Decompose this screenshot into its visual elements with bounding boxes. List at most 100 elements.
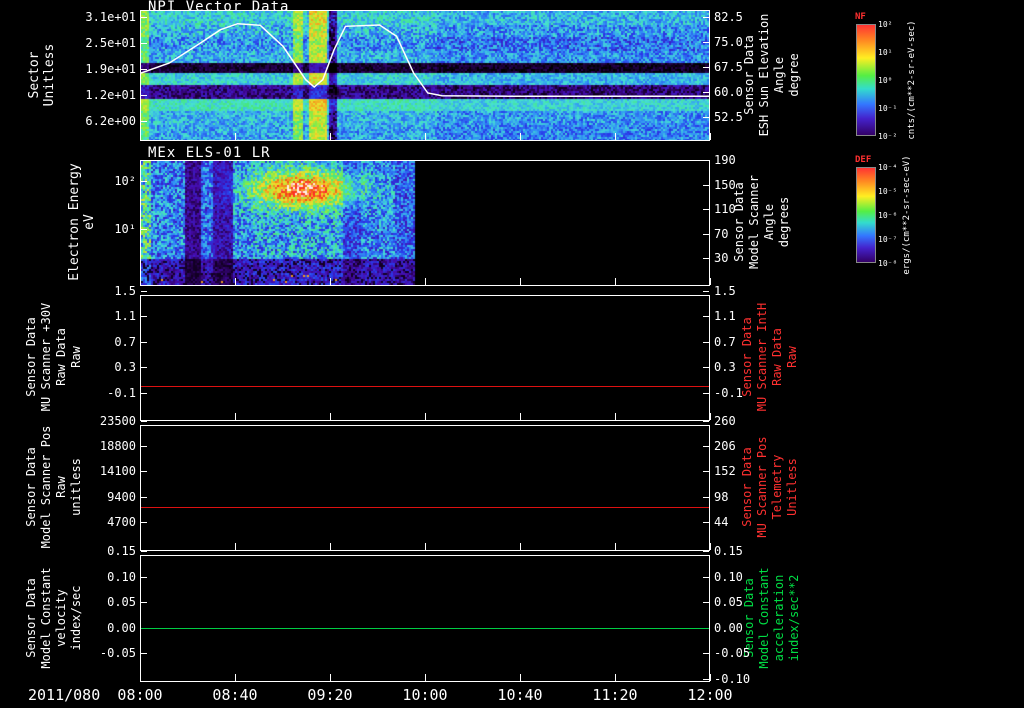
- tick-mark: [615, 413, 616, 420]
- x-axis-tick-label: 09:20: [307, 686, 353, 704]
- tick-mark: [141, 367, 147, 369]
- panel-mu-scanner-30v-right-tick: 1.1: [714, 309, 736, 324]
- panel-mu-scanner-30v-left-tick: -0.1: [107, 385, 136, 400]
- tick-mark: [703, 233, 709, 235]
- els-panel-title: MEx ELS-01 LR: [148, 145, 271, 161]
- panel-npi-left-tick: 2.5e+01: [85, 36, 136, 50]
- panel-model-scanner-pos-right-tick: 44: [714, 514, 729, 529]
- tick-mark: [703, 471, 709, 473]
- panel-npi-left-tick: 6.2e+00: [85, 114, 136, 128]
- panel-model-scanner-pos-left-tick: 14100: [99, 464, 136, 479]
- panel-mu-scanner-30v-right-tick: 0.3: [714, 360, 736, 375]
- tick-mark: [141, 653, 147, 655]
- tick-mark: [520, 133, 521, 140]
- tick-mark: [141, 95, 147, 96]
- panel-model-scanner-pos-right-tick: 98: [714, 489, 729, 504]
- tick-mark: [141, 446, 147, 448]
- panel-npi-left-tick: 3.1e+01: [85, 10, 136, 24]
- panel-model-constant-right-tick: 0.15: [714, 544, 743, 558]
- tick-mark: [703, 367, 709, 369]
- panel-model-constant-right-tick: -0.05: [714, 646, 751, 661]
- tick-mark: [520, 674, 521, 681]
- tick-mark: [703, 341, 709, 343]
- panel-mu-scanner-30v-left-tick: 1.5: [114, 284, 136, 298]
- panel-model-scanner-pos-right-tick: 206: [714, 439, 736, 454]
- tick-mark: [140, 674, 141, 681]
- tick-mark: [520, 413, 521, 420]
- tick-mark: [235, 674, 236, 681]
- panel-model-constant-left-tick: 0.05: [107, 595, 136, 610]
- colorbar-0-tick: 10⁰: [878, 76, 893, 85]
- tick-mark: [141, 17, 147, 18]
- tick-mark: [703, 446, 709, 448]
- colorbar-1-tick: 10⁻⁶: [878, 211, 898, 220]
- tick-mark: [703, 679, 709, 680]
- science-plot-screen: NPI Vector Data MEx ELS-01 LR Sector Uni…: [0, 0, 1024, 708]
- tick-mark: [703, 67, 709, 68]
- panel-mu-scanner-30v-right-tick: -0.1: [714, 385, 743, 400]
- sun-elevation-overlay-line: [141, 22, 709, 98]
- tick-mark: [520, 543, 521, 550]
- colorbar-0-tick: 10¹: [878, 48, 893, 57]
- tick-mark: [141, 392, 147, 394]
- tick-mark: [703, 92, 709, 93]
- tick-mark: [703, 496, 709, 498]
- tick-mark: [703, 184, 709, 186]
- colorbar-1-tick: 10⁻⁵: [878, 187, 898, 196]
- panel-model-scanner-pos-left-tick: 23500: [99, 414, 136, 428]
- nf-colorbar: [856, 24, 876, 136]
- els-spectrogram-canvas: [141, 161, 709, 285]
- tick-mark: [330, 674, 331, 681]
- x-axis-tick-label: 08:00: [117, 686, 163, 704]
- panel-els-right-tick: 190: [714, 153, 736, 167]
- tick-mark: [141, 496, 147, 498]
- panel-els-left-tick: 10¹: [114, 222, 136, 236]
- panel-npi-right-tick: 67.5: [714, 60, 743, 74]
- tick-mark: [235, 413, 236, 420]
- x-axis-tick-label: 10:00: [402, 686, 448, 704]
- mu-scanner-line-panel: [140, 295, 710, 421]
- panel-model-scanner-pos-right-tick: 260: [714, 414, 736, 428]
- tick-mark: [330, 413, 331, 420]
- tick-mark: [703, 117, 709, 118]
- panel-model-scanner-pos-left-tick: 4700: [107, 514, 136, 529]
- colorbar-1-tick: 10⁻⁷: [878, 235, 898, 244]
- panel-els-right-tick: 150: [714, 177, 736, 192]
- tick-mark: [141, 421, 147, 422]
- tick-mark: [141, 229, 147, 230]
- tick-mark: [703, 160, 709, 161]
- panel-model-scanner-pos-left-tick: 18800: [99, 439, 136, 454]
- panel-model-constant-right-tick: 0.05: [714, 595, 743, 610]
- colorbar-0-tick: 10²: [878, 20, 893, 29]
- tick-mark: [703, 551, 709, 552]
- x-axis-tick-label: 12:00: [687, 686, 733, 704]
- tick-mark: [615, 133, 616, 140]
- panel-model-constant-left-tick: 0.10: [107, 569, 136, 584]
- x-axis-tick-label: 11:20: [592, 686, 638, 704]
- panel-els-right-tick: 30: [714, 251, 729, 265]
- tick-mark: [141, 471, 147, 473]
- panel-els-right-tick: 70: [714, 226, 729, 241]
- tick-mark: [425, 543, 426, 550]
- tick-mark: [140, 413, 141, 420]
- tick-mark: [141, 316, 147, 318]
- panel-mu-scanner-30v-left-tick: 1.1: [114, 309, 136, 324]
- panel-npi-right-tick: 75.0: [714, 35, 743, 49]
- def-colorbar-label: DEF: [855, 155, 872, 165]
- panel-npi-left-tick: 1.2e+01: [85, 88, 136, 102]
- colorbar-1-tick: 10⁻⁸: [878, 259, 898, 268]
- tick-mark: [520, 278, 521, 285]
- tick-mark: [140, 543, 141, 550]
- panel-mu-scanner-30v-left-tick: 0.7: [114, 334, 136, 349]
- scanner-pos-line-panel: [140, 425, 710, 551]
- tick-mark: [330, 543, 331, 550]
- tick-mark: [703, 258, 709, 259]
- tick-mark: [703, 602, 709, 604]
- nf-colorbar-label: NF: [855, 12, 866, 22]
- tick-mark: [425, 674, 426, 681]
- tick-mark: [710, 413, 711, 420]
- tick-mark: [703, 576, 709, 578]
- tick-mark: [141, 551, 147, 552]
- tick-mark: [615, 278, 616, 285]
- tick-mark: [141, 43, 147, 44]
